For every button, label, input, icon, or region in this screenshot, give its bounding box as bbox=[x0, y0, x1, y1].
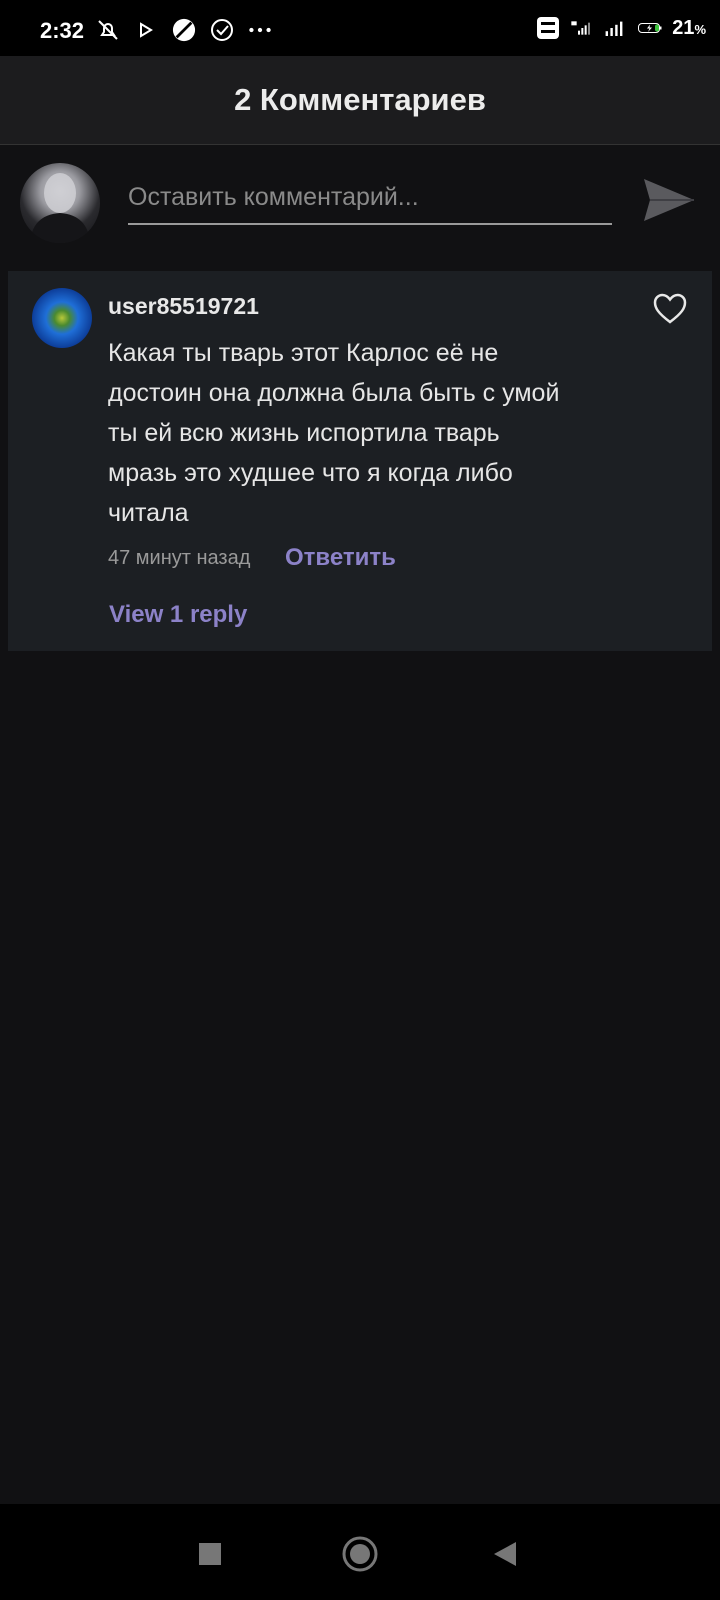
signal-icon bbox=[604, 16, 628, 40]
comment-timestamp: 47 минут назад bbox=[108, 547, 251, 569]
battery-charging-icon bbox=[638, 16, 662, 40]
comment-item: user85519721 Какая ты тварь этот Карлос … bbox=[8, 271, 712, 651]
comments-header: 2 Комментариев bbox=[0, 56, 720, 145]
bell-off-icon bbox=[96, 18, 120, 42]
back-triangle-icon bbox=[494, 1542, 516, 1566]
status-bar: 2:32 21% bbox=[0, 0, 720, 56]
comment-username[interactable]: user85519721 bbox=[108, 293, 259, 320]
send-icon bbox=[644, 179, 694, 221]
comment-composer bbox=[0, 145, 720, 269]
square-icon bbox=[199, 1543, 221, 1565]
back-button[interactable] bbox=[485, 1534, 525, 1574]
comment-text-line: ты ей всю жизнь испортила тварь bbox=[108, 419, 500, 447]
play-icon bbox=[134, 18, 158, 42]
comment-text-line: достоин она должна была быть с умой bbox=[108, 379, 560, 407]
heart-icon bbox=[653, 293, 687, 324]
volte-icon bbox=[536, 16, 560, 40]
like-button[interactable] bbox=[652, 291, 688, 327]
avatar bbox=[20, 163, 100, 243]
comment-text: Какая ты тварь этот Карлос её не достоин… bbox=[108, 333, 608, 533]
signal-4g-icon bbox=[570, 16, 594, 40]
comment-text-line: читала bbox=[108, 499, 189, 527]
comment-text-line: Какая ты тварь этот Карлос её не bbox=[108, 339, 499, 367]
recents-button[interactable] bbox=[190, 1534, 230, 1574]
status-icons-left bbox=[96, 18, 272, 42]
avatar[interactable] bbox=[32, 288, 92, 348]
comment-text-line: мразь это худшее что я когда либо bbox=[108, 459, 513, 487]
view-replies-link[interactable]: View 1 reply bbox=[109, 601, 247, 629]
more-dots-icon bbox=[248, 18, 272, 42]
home-circle-icon bbox=[342, 1536, 378, 1572]
page-title: 2 Комментариев bbox=[234, 82, 486, 117]
reply-button[interactable]: Ответить bbox=[285, 544, 396, 572]
circle-slash-icon bbox=[172, 18, 196, 42]
home-button[interactable] bbox=[340, 1534, 380, 1574]
system-nav-bar bbox=[0, 1504, 720, 1600]
send-button[interactable] bbox=[640, 171, 698, 229]
status-time: 2:32 bbox=[40, 18, 85, 43]
battery-percent: 21% bbox=[672, 16, 706, 39]
status-icons-right: 21% bbox=[536, 16, 706, 40]
check-circle-icon bbox=[210, 18, 234, 42]
comment-input[interactable] bbox=[128, 171, 612, 225]
